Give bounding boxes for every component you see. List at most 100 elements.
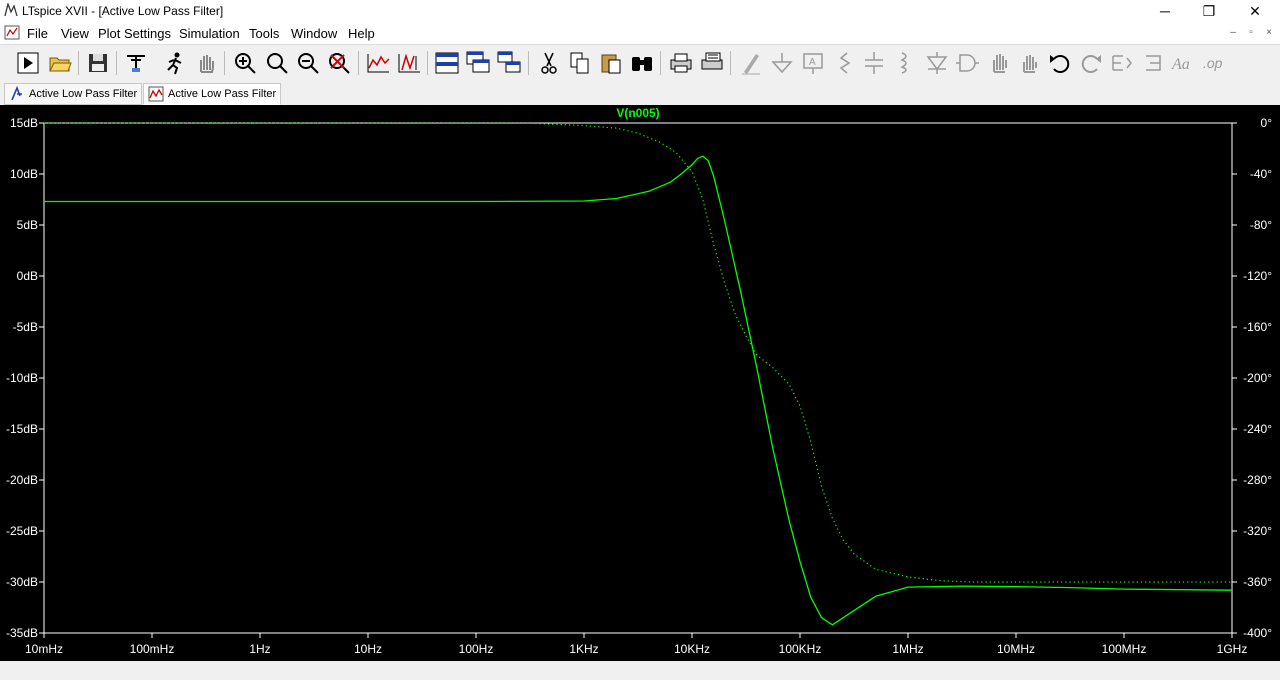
plot-frame [43, 122, 1233, 634]
toolbar-separator [730, 51, 731, 75]
open-icon[interactable] [47, 50, 73, 76]
move-icon[interactable] [986, 50, 1012, 76]
tab-schematic[interactable]: Active Low Pass Filter [4, 83, 142, 105]
save-icon[interactable] [85, 50, 111, 76]
x-tick-label: 100MHz [1102, 642, 1147, 656]
text-icon[interactable]: Aa [1171, 50, 1197, 76]
minimize-button[interactable]: ─ [1142, 0, 1188, 22]
x-tick-label: 10KHz [674, 642, 710, 656]
menu-file[interactable]: File [27, 26, 48, 41]
restore-button[interactable]: ❐ [1186, 0, 1232, 22]
draw-wire-icon[interactable] [738, 50, 764, 76]
component-icon[interactable] [954, 50, 980, 76]
phase-trace-vn005[interactable] [43, 122, 1232, 583]
y2-tick-label: -80° [1250, 218, 1272, 232]
svg-text:.op: .op [1203, 55, 1223, 71]
y2-tick-label: -200° [1243, 371, 1272, 385]
menu-simulation[interactable]: Simulation [179, 26, 240, 41]
tile-horizontal-icon[interactable] [496, 50, 522, 76]
print-setup-icon[interactable] [699, 50, 725, 76]
ltspice-app-icon [4, 3, 18, 17]
ground-icon[interactable] [769, 50, 795, 76]
toolbar-separator [116, 51, 117, 75]
paste-icon[interactable] [598, 50, 624, 76]
toolbar-separator [224, 51, 225, 75]
x-tick-label: 1KHz [569, 642, 598, 656]
tab-waveform[interactable]: Active Low Pass Filter [143, 83, 281, 105]
control-panel-icon[interactable] [123, 50, 149, 76]
menu-window[interactable]: Window [291, 26, 337, 41]
title-bar: LTspice XVII - [Active Low Pass Filter] … [0, 0, 1280, 22]
menu-view[interactable]: View [61, 26, 89, 41]
capacitor-icon[interactable] [861, 50, 887, 76]
cascade-icon[interactable] [465, 50, 491, 76]
y2-tick-label: -360° [1243, 575, 1272, 589]
mdi-restore-button[interactable]: ▫ [1244, 27, 1258, 38]
halt-icon[interactable] [162, 50, 188, 76]
y-tick-label: -25dB [6, 524, 38, 538]
waveform-plot-pane[interactable]: V(n005) 15dB 10dB 5dB 0dB -5dB -10dB -15dB -20d… [0, 105, 1280, 661]
pan-hand-icon[interactable] [193, 50, 219, 76]
x-tick-label: 100KHz [779, 642, 822, 656]
y2-tick-label: -280° [1243, 473, 1272, 487]
cut-icon[interactable] [536, 50, 562, 76]
x-tick-label: 1MHz [892, 642, 923, 656]
zoom-out-icon[interactable] [295, 50, 321, 76]
resistor-icon[interactable] [832, 50, 858, 76]
diode-icon[interactable] [924, 50, 950, 76]
add-trace-icon[interactable] [396, 50, 422, 76]
y2-tick-label: 0° [1261, 116, 1273, 130]
y-tick-label: -20dB [6, 473, 38, 487]
copy-icon[interactable] [567, 50, 593, 76]
menu-help[interactable]: Help [348, 26, 375, 41]
toolbar-separator [528, 51, 529, 75]
autorange-icon[interactable] [365, 50, 391, 76]
tile-vertical-icon[interactable] [434, 50, 460, 76]
toolbar: A Aa .op [0, 44, 1280, 81]
zoom-area-icon[interactable] [264, 50, 290, 76]
svg-text:A: A [809, 57, 816, 68]
bode-plot[interactable]: V(n005) 15dB 10dB 5dB 0dB -5dB -10dB -15dB -20d… [0, 105, 1280, 661]
y2-tick-label: -320° [1243, 524, 1272, 538]
x-tick-label: 10mHz [25, 642, 63, 656]
y-tick-label: 0dB [17, 269, 38, 283]
document-tab-bar: Active Low Pass Filter Active Low Pass F… [0, 82, 1280, 105]
mdi-minimize-button[interactable]: – [1226, 27, 1240, 38]
y-tick-label: 10dB [10, 167, 38, 181]
find-icon[interactable] [629, 50, 655, 76]
magnitude-trace-vn005[interactable] [44, 155, 1233, 626]
zoom-cancel-icon[interactable] [326, 50, 352, 76]
rotate-icon[interactable] [1109, 50, 1135, 76]
y2-tick-label: -40° [1250, 167, 1272, 181]
menu-tools[interactable]: Tools [249, 26, 279, 41]
y-tick-label: -10dB [6, 371, 38, 385]
x-tick-label: 1GHz [1217, 642, 1248, 656]
undo-icon[interactable] [1047, 50, 1073, 76]
inductor-icon[interactable] [892, 50, 918, 76]
toolbar-separator [78, 51, 79, 75]
drag-icon[interactable] [1016, 50, 1042, 76]
close-button[interactable]: ✕ [1232, 0, 1278, 22]
y-tick-label: -35dB [6, 626, 38, 640]
menu-plot-settings[interactable]: Plot Settings [98, 26, 171, 41]
tab-label: Active Low Pass Filter [29, 88, 138, 100]
redo-icon[interactable] [1078, 50, 1104, 76]
x-tick-label: 100mHz [130, 642, 175, 656]
y-tick-label: -30dB [6, 575, 38, 589]
y-tick-label: -5dB [13, 320, 38, 334]
x-tick-label: 10MHz [997, 642, 1035, 656]
y2-tick-label: -400° [1243, 626, 1272, 640]
toolbar-separator [358, 51, 359, 75]
run-icon[interactable] [15, 50, 41, 76]
trace-label-vn005[interactable]: V(n005) [616, 106, 659, 120]
zoom-in-icon[interactable] [232, 50, 258, 76]
toolbar-separator [660, 51, 661, 75]
y-tick-label: -15dB [6, 422, 38, 436]
document-menu-icon[interactable] [4, 25, 20, 40]
tab-label: Active Low Pass Filter [168, 88, 277, 100]
label-net-icon[interactable]: A [800, 50, 826, 76]
spice-directive-icon[interactable]: .op [1202, 50, 1228, 76]
mdi-close-button[interactable]: × [1262, 27, 1276, 38]
mirror-icon[interactable] [1140, 50, 1166, 76]
print-icon[interactable] [668, 50, 694, 76]
